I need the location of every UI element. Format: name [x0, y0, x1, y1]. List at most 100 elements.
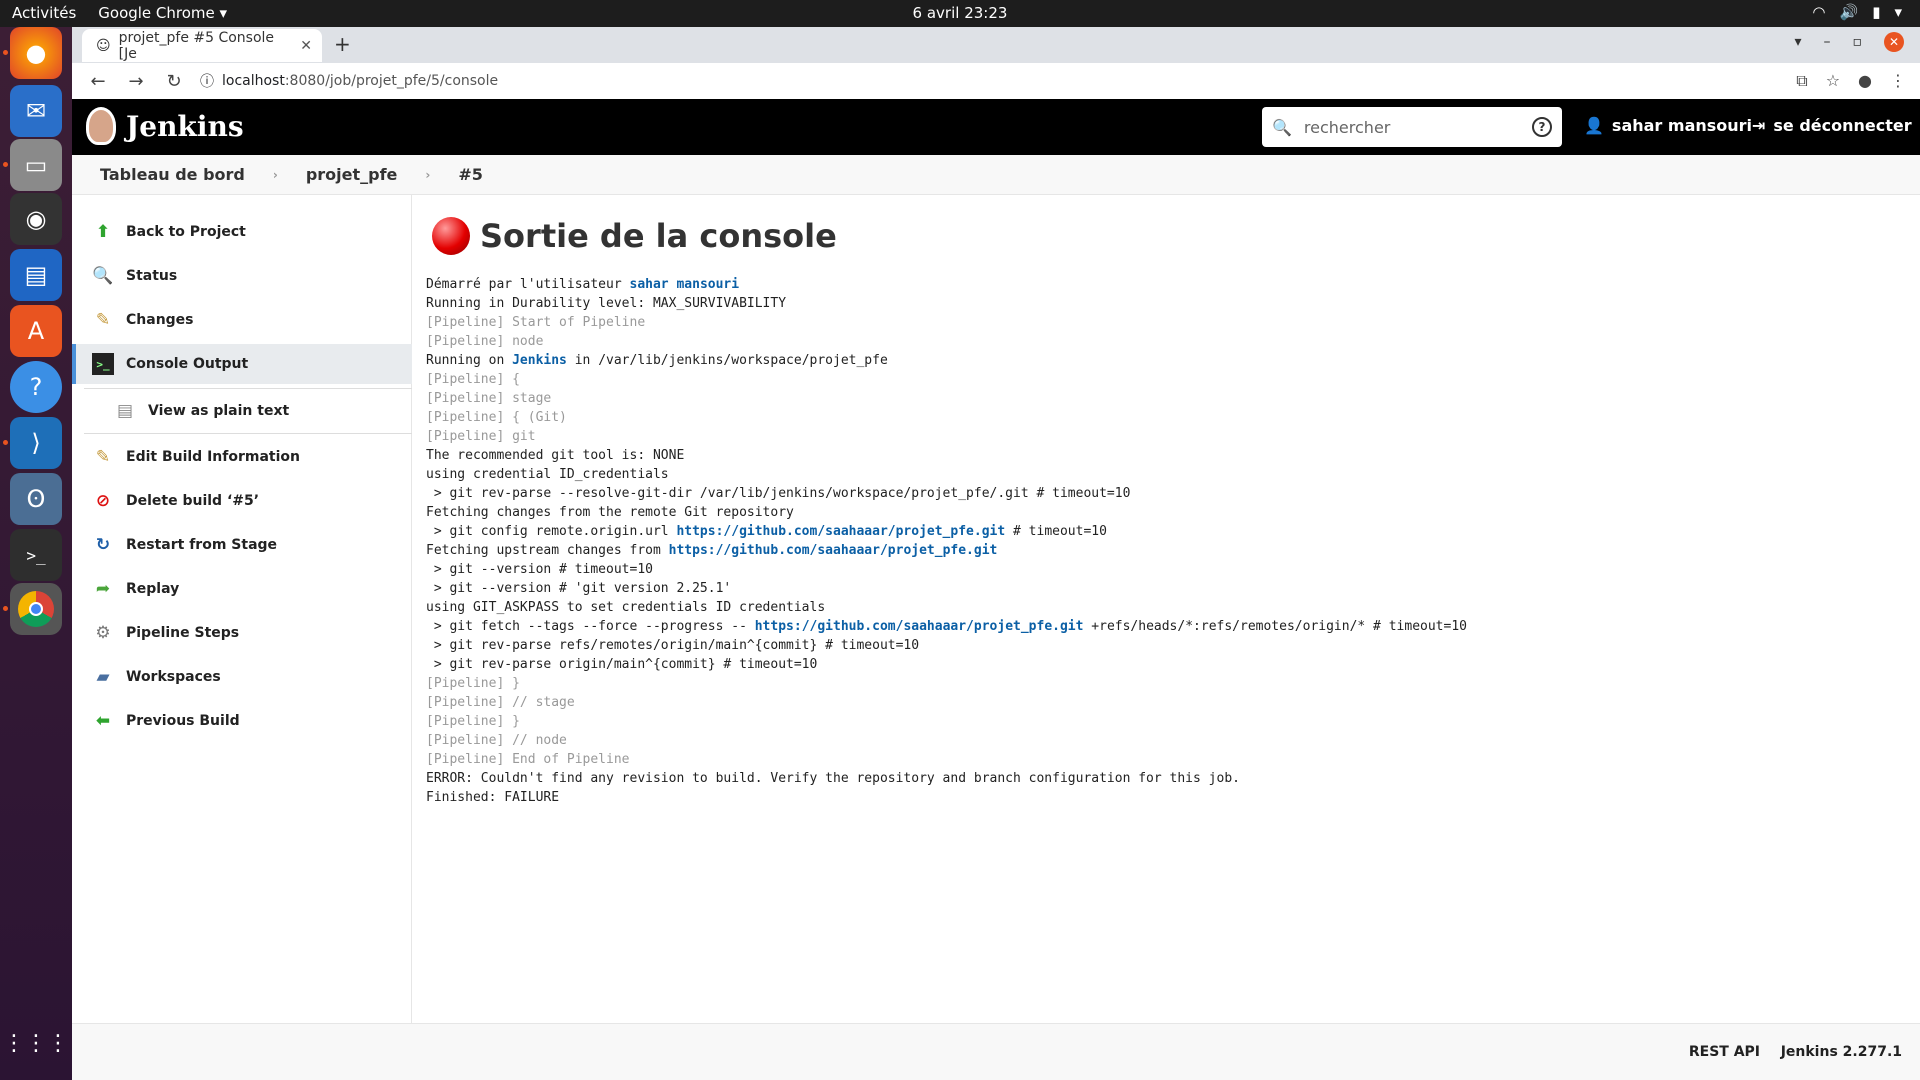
breadcrumb-dashboard[interactable]: Tableau de bord — [72, 165, 273, 184]
task-label: View as plain text — [148, 403, 290, 419]
rhythmbox-icon[interactable]: ◉ — [10, 193, 62, 245]
new-tab-button[interactable]: + — [334, 32, 351, 56]
running-indicator — [3, 162, 8, 167]
thunderbird-icon[interactable]: ✉ — [10, 85, 62, 137]
tab-search-icon[interactable]: ▾ — [1794, 34, 1801, 50]
help-icon[interactable]: ? — [1532, 117, 1552, 137]
user-link[interactable]: 👤 sahar mansouri — [1584, 116, 1752, 135]
maximize-icon[interactable]: ▫ — [1853, 34, 1863, 50]
profile-icon[interactable]: ● — [1858, 71, 1872, 91]
back-arrow-icon[interactable]: ← — [86, 71, 110, 92]
console-line: > git config remote.origin.url https://g… — [426, 522, 1467, 541]
console-repo-link[interactable]: https://github.com/saahaaar/projet_pfe.g… — [755, 619, 1084, 634]
jenkins-logo[interactable]: Jenkins — [86, 107, 244, 145]
task-changes[interactable]: ✎ Changes — [72, 300, 412, 340]
user-icon: 👤 — [1584, 116, 1604, 135]
search-input[interactable]: rechercher — [1304, 118, 1390, 137]
task-label: Pipeline Steps — [126, 625, 240, 641]
writer-icon[interactable]: ▤ — [10, 249, 62, 301]
task-edit-build-info[interactable]: ✎ Edit Build Information — [72, 437, 412, 477]
terminal-icon[interactable]: >_ — [10, 529, 62, 581]
task-label: Status — [126, 268, 178, 284]
task-workspaces[interactable]: ▰ Workspaces — [72, 657, 412, 697]
console-line: > git --version # 'git version 2.25.1' — [426, 581, 732, 596]
task-view-plain-text[interactable]: ▤ View as plain text — [72, 391, 412, 431]
logo-text: Jenkins — [126, 109, 244, 143]
console-line: > git rev-parse --resolve-git-dir /var/l… — [426, 486, 1131, 501]
reload-icon[interactable]: ↻ — [162, 71, 186, 92]
software-icon[interactable]: A — [10, 305, 62, 357]
minimize-icon[interactable]: – — [1824, 34, 1831, 50]
forward-arrow-icon[interactable]: → — [124, 71, 148, 92]
url-field[interactable]: ⓘ localhost:8080/job/projet_pfe/5/consol… — [200, 71, 498, 91]
task-replay[interactable]: ➦ Replay — [72, 569, 412, 609]
chrome-icon[interactable] — [10, 583, 62, 635]
console-line: Fetching upstream changes from https://g… — [426, 541, 1467, 560]
console-line: [Pipeline] { (Git) — [426, 410, 567, 425]
console-node-link[interactable]: Jenkins — [512, 353, 567, 368]
logout-icon: ⇥ — [1752, 116, 1766, 135]
task-back-to-project[interactable]: ⬆ Back to Project — [72, 212, 412, 252]
info-icon[interactable]: ⓘ — [200, 71, 214, 91]
help-icon[interactable]: ? — [10, 361, 62, 413]
close-window-icon[interactable]: ✕ — [1884, 32, 1904, 52]
console-user-link[interactable]: sahar mansouri — [630, 277, 740, 292]
left-arrow-icon: ⬅ — [95, 711, 111, 731]
rest-api-link[interactable]: REST API — [1689, 1044, 1760, 1060]
breadcrumb-build[interactable]: #5 — [430, 165, 511, 184]
page-footer: REST API Jenkins 2.277.1 — [72, 1023, 1920, 1080]
close-tab-icon[interactable]: ✕ — [300, 38, 312, 54]
vscode-icon[interactable]: ⟩ — [10, 417, 62, 469]
console-line: [Pipeline] // node — [426, 733, 567, 748]
console-line: [Pipeline] { — [426, 372, 520, 387]
jenkins-butler-icon — [86, 107, 116, 145]
clock[interactable]: 6 avril 23:23 — [0, 4, 1920, 22]
notepad-icon: ✎ — [95, 447, 111, 467]
postgres-icon[interactable]: ʘ — [10, 473, 62, 525]
translate-icon[interactable]: ⧉ — [1796, 71, 1807, 91]
red-status-ball-icon — [432, 217, 470, 255]
bookmark-star-icon[interactable]: ☆ — [1826, 71, 1840, 91]
jenkins-version-link[interactable]: Jenkins 2.277.1 — [1781, 1044, 1902, 1060]
browser-frame: ☺ projet_pfe #5 Console [Je ✕ + ▾ – ▫ ✕ … — [72, 27, 1920, 99]
jenkins-header: Jenkins 🔍 rechercher ? 👤 sahar mansouri … — [72, 99, 1920, 155]
console-line: [Pipeline] Start of Pipeline — [426, 315, 646, 330]
terminal-icon: >_ — [92, 353, 114, 375]
console-text: Démarré par l'utilisateur — [426, 277, 630, 292]
breadcrumb-project[interactable]: projet_pfe — [278, 165, 426, 184]
volume-icon: 🔊 — [1839, 3, 1859, 21]
task-label: Previous Build — [126, 713, 240, 729]
task-console-output[interactable]: >_ Console Output — [72, 344, 412, 384]
menu-kebab-icon[interactable]: ⋮ — [1890, 71, 1906, 91]
dock: ● ✉ ▭ ◉ ▤ A ? ⟩ ʘ >_ ⋮⋮⋮ — [0, 27, 72, 1080]
firefox-icon[interactable]: ● — [10, 27, 62, 79]
wifi-icon: ◠ — [1812, 3, 1826, 21]
console-line: [Pipeline] End of Pipeline — [426, 752, 630, 767]
show-apps-icon[interactable]: ⋮⋮⋮ — [3, 1017, 69, 1069]
console-line: [Pipeline] stage — [426, 391, 552, 406]
system-tray[interactable]: ◠ 🔊 ▮ ▾ — [1812, 3, 1902, 21]
task-previous-build[interactable]: ⬅ Previous Build — [72, 701, 412, 741]
console-repo-link[interactable]: https://github.com/saahaaar/projet_pfe.g… — [669, 543, 998, 558]
search-box[interactable]: 🔍 rechercher ? — [1262, 107, 1562, 147]
task-label: Changes — [126, 312, 194, 328]
folder-icon: ▰ — [96, 667, 110, 687]
console-text: Running on — [426, 353, 513, 368]
console-repo-link[interactable]: https://github.com/saahaaar/projet_pfe.g… — [676, 524, 1005, 539]
logout-link[interactable]: ⇥ se déconnecter — [1752, 116, 1912, 135]
gear-icon: ⚙ — [95, 623, 111, 643]
divider — [84, 388, 412, 389]
tab-title: projet_pfe #5 Console [Je — [118, 29, 275, 62]
console-text: > git config remote.origin.url — [426, 524, 677, 539]
task-pipeline-steps[interactable]: ⚙ Pipeline Steps — [72, 613, 412, 653]
task-status[interactable]: 🔍 Status — [72, 256, 412, 296]
chevron-down-icon: ▾ — [1894, 3, 1902, 21]
files-icon[interactable]: ▭ — [10, 139, 62, 191]
task-restart-from-stage[interactable]: ↻ Restart from Stage — [72, 525, 412, 565]
no-entry-icon: ⊘ — [95, 491, 111, 511]
browser-tab[interactable]: ☺ projet_pfe #5 Console [Je ✕ — [82, 29, 322, 62]
console-line: The recommended git tool is: NONE — [426, 448, 685, 463]
search-icon: 🔍 — [1272, 117, 1292, 137]
task-delete-build[interactable]: ⊘ Delete build ‘#5’ — [72, 481, 412, 521]
console-line: Running in Durability level: MAX_SURVIVA… — [426, 296, 787, 311]
